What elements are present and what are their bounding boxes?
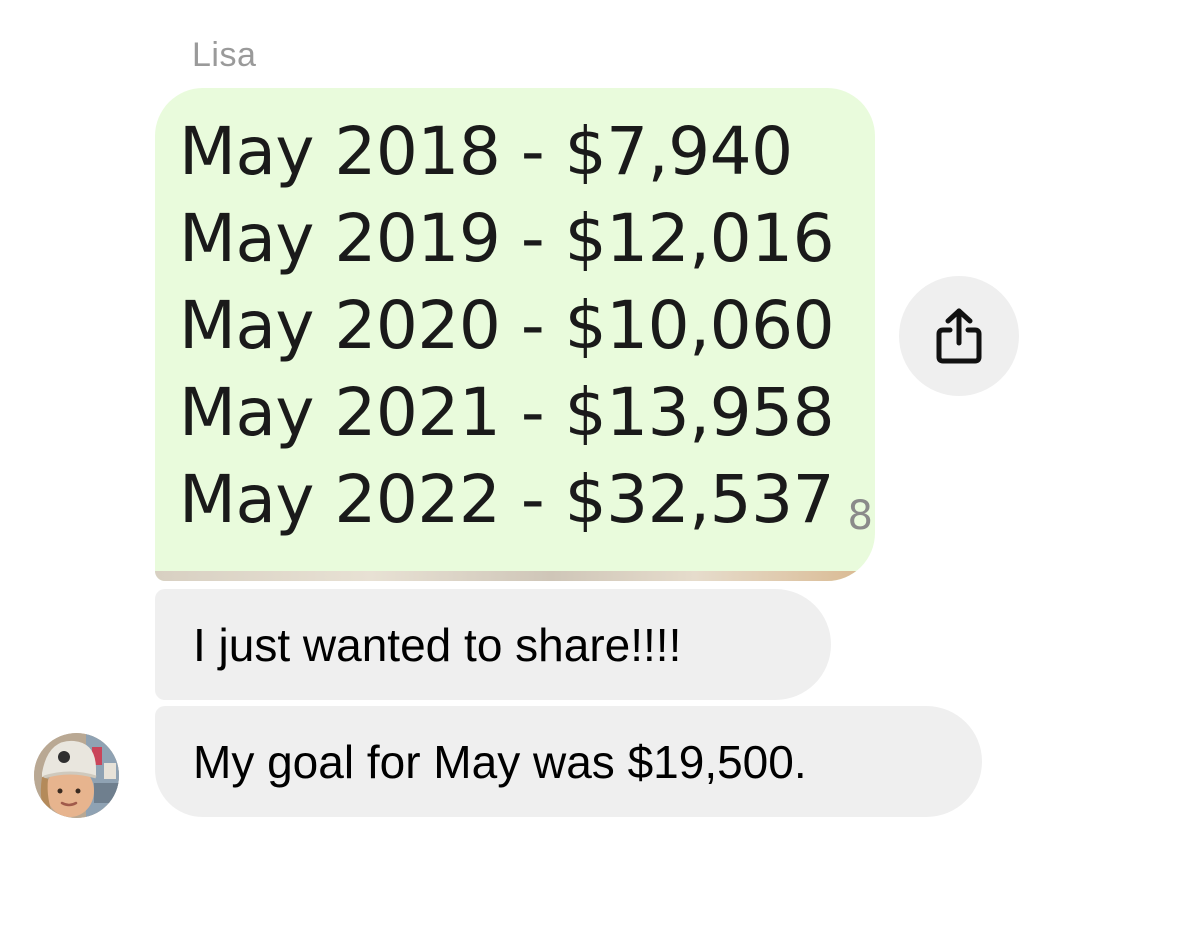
share-button[interactable]	[899, 276, 1019, 396]
message-bubble[interactable]: I just wanted to share!!!!	[155, 589, 831, 700]
message-bubble[interactable]: My goal for May was $19,500.	[155, 706, 982, 817]
image-text-line: May 2018 - $7,940	[179, 113, 793, 190]
image-cropped-glyph: 8	[847, 493, 873, 539]
share-icon	[933, 307, 985, 365]
image-text-line: May 2021 - $13,958	[179, 374, 835, 451]
image-bottom-edge	[155, 571, 875, 581]
image-text-line: May 2020 - $10,060	[179, 287, 835, 364]
image-text-line: May 2019 - $12,016	[179, 200, 835, 277]
image-text-line: May 2022 - $32,537	[179, 461, 835, 538]
avatar[interactable]	[34, 733, 119, 818]
message-text: I just wanted to share!!!!	[193, 618, 682, 671]
sender-name: Lisa	[192, 36, 257, 74]
avatar-image	[34, 733, 119, 818]
image-text-block: May 2018 - $7,940 May 2019 - $12,016 May…	[179, 108, 835, 543]
image-message[interactable]: May 2018 - $7,940 May 2019 - $12,016 May…	[155, 88, 875, 581]
message-text: My goal for May was $19,500.	[193, 735, 807, 788]
